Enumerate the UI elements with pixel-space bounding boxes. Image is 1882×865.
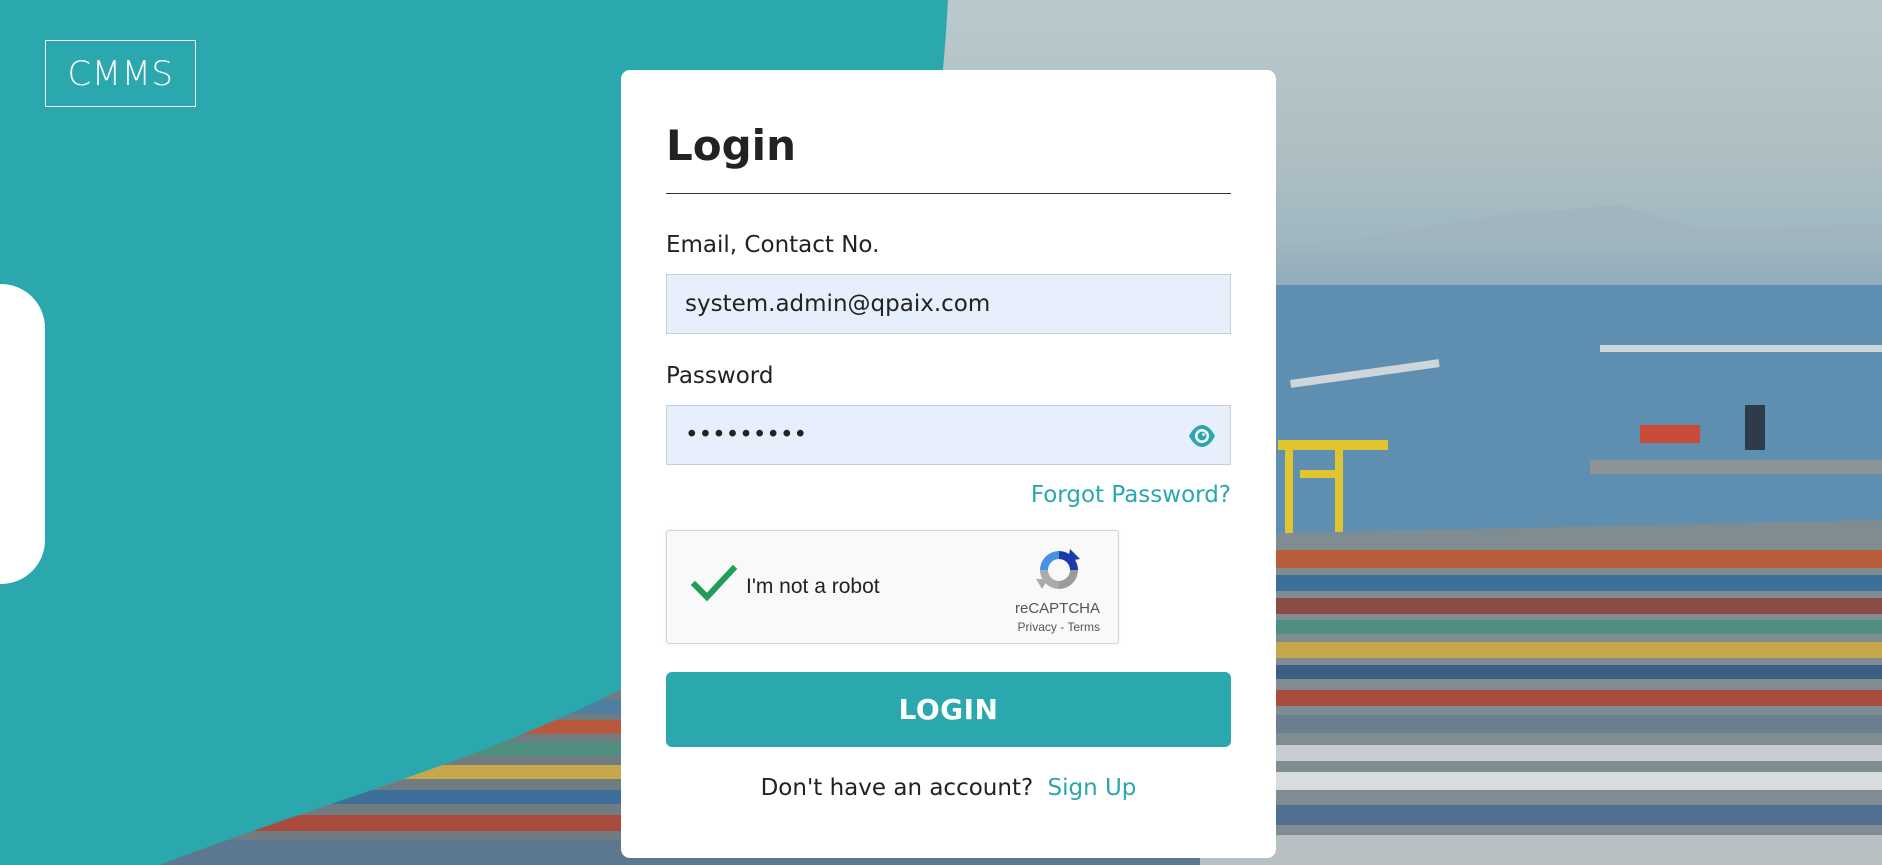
email-label: Email, Contact No. <box>666 232 880 258</box>
recaptcha-widget: I'm not a robot reCAPTCHA Privacy - Term… <box>666 530 1119 644</box>
password-field[interactable] <box>667 406 1230 464</box>
checkmark-icon[interactable] <box>690 564 738 605</box>
eye-icon[interactable] <box>1186 420 1218 452</box>
recaptcha-logo-icon <box>1034 545 1084 595</box>
signup-row: Don't have an account? Sign Up <box>666 775 1231 801</box>
recaptcha-link-separator: - <box>1056 620 1068 634</box>
password-label: Password <box>666 363 774 389</box>
recaptcha-privacy-link[interactable]: Privacy <box>1018 620 1057 634</box>
page-title: Login <box>666 121 796 170</box>
forgot-password-link[interactable]: Forgot Password? <box>1031 482 1231 508</box>
password-field-wrapper <box>666 405 1231 465</box>
login-card: Login Email, Contact No. Password Forgot… <box>621 70 1276 858</box>
recaptcha-label: I'm not a robot <box>746 575 880 598</box>
side-tab <box>0 284 45 584</box>
recaptcha-terms-link[interactable]: Terms <box>1067 620 1100 634</box>
login-button[interactable]: LOGIN <box>666 672 1231 747</box>
title-divider <box>666 193 1231 194</box>
recaptcha-links: Privacy - Terms <box>1018 620 1100 634</box>
email-field-wrapper <box>666 274 1231 334</box>
email-field[interactable] <box>667 275 1230 333</box>
recaptcha-brand: reCAPTCHA <box>1014 600 1100 617</box>
brand-logo: CMMS <box>45 40 196 107</box>
signup-prompt: Don't have an account? <box>760 775 1034 801</box>
signup-link[interactable]: Sign Up <box>1047 775 1136 801</box>
forgot-row: Forgot Password? <box>666 480 1231 510</box>
